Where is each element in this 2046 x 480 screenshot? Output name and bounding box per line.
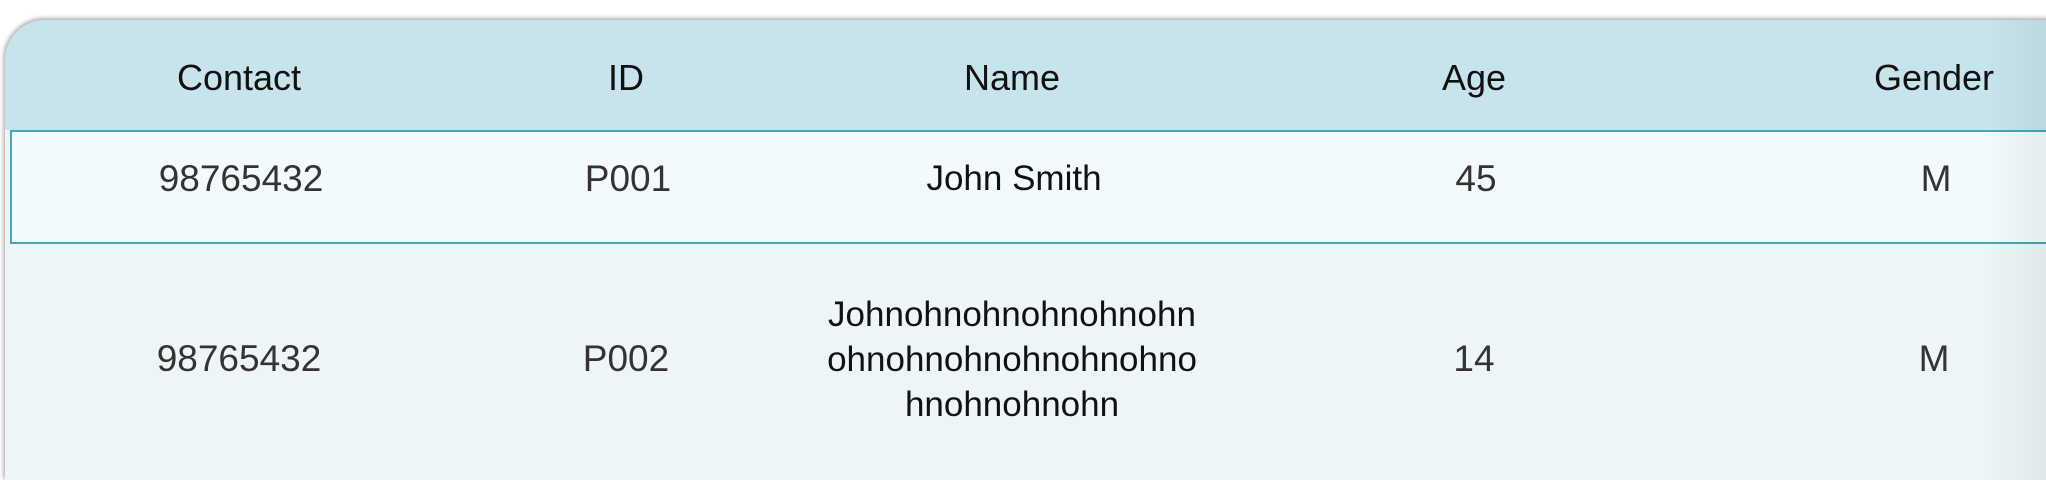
column-header-id[interactable]: ID (608, 57, 644, 99)
cell-name-line: Johnohnohnohnohnohn (828, 295, 1196, 334)
cell-age: 14 (1453, 338, 1495, 379)
patient-table: Contact ID Name Age Gender 98765432 P001… (5, 20, 2046, 480)
table-row[interactable]: 98765432 P001 John Smith 45 M (10, 130, 2046, 244)
cell-name: Johnohnohnohnohnohn ohnohnohnohnohnohno … (827, 292, 1197, 427)
cell-age: 45 (1455, 158, 1497, 199)
cell-id: P002 (582, 338, 670, 379)
table-row[interactable]: 98765432 P002 Johnohnohnohnohnohn ohnohn… (5, 244, 2046, 480)
cell-id: P001 (584, 158, 672, 199)
cell-gender: M (1918, 338, 1950, 379)
column-header-age[interactable]: Age (1442, 57, 1506, 99)
column-header-gender[interactable]: Gender (1874, 57, 1994, 99)
cell-name-line: John Smith (926, 159, 1102, 198)
cell-name: John Smith (926, 156, 1101, 201)
table-header: Contact ID Name Age Gender (5, 20, 2046, 130)
column-header-name[interactable]: Name (964, 57, 1060, 99)
column-header-contact[interactable]: Contact (177, 57, 301, 99)
cell-contact: 98765432 (156, 338, 322, 379)
cell-gender: M (1920, 158, 1952, 199)
cell-name-line: ohnohnohnohnohnohno (827, 340, 1197, 379)
cell-name-line: hnohnohnohn (904, 385, 1120, 424)
cell-contact: 98765432 (158, 158, 324, 199)
